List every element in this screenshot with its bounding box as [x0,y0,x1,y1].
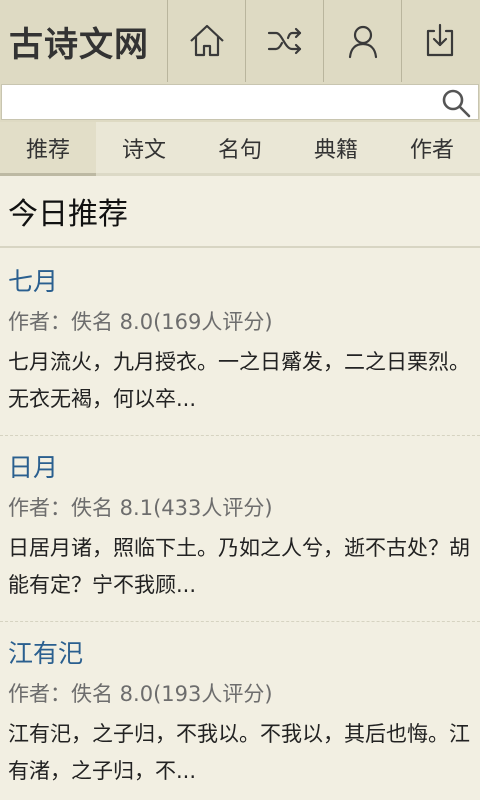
section-title: 今日推荐 [0,176,480,248]
home-icon [189,24,224,57]
list-item[interactable]: 江有汜 作者：佚名 8.0(193人评分) 江有汜，之子归，不我以。不我以，其后… [0,622,480,800]
poem-meta: 作者：佚名 8.0(169人评分) [8,310,273,334]
tab-classics[interactable]: 典籍 [288,122,384,173]
user-button[interactable] [324,0,402,82]
tab-famous-lines[interactable]: 名句 [192,122,288,173]
tab-poems[interactable]: 诗文 [96,122,192,173]
poem-list: 七月 作者：佚名 8.0(169人评分) 七月流火，九月授衣。一之日觱发，二之日… [0,250,480,800]
search-input[interactable] [2,85,432,119]
tab-recommend[interactable]: 推荐 [0,122,96,176]
app-logo-title[interactable]: 古诗文网 [0,0,168,82]
search-box [1,84,479,120]
poem-meta: 作者：佚名 8.1(433人评分) [8,496,273,520]
poem-excerpt: 江有汜，之子归，不我以。不我以，其后也悔。江有渚，之子归，不... [8,722,470,783]
poem-title[interactable]: 江有汜 [8,634,472,674]
poem-title[interactable]: 七月 [8,262,472,302]
home-button[interactable] [168,0,246,82]
category-tabs: 推荐 诗文 名句 典籍 作者 [0,122,480,176]
user-icon [348,25,377,59]
poem-excerpt: 七月流火，九月授衣。一之日觱发，二之日栗烈。无衣无褐，何以卒... [8,350,470,411]
list-item[interactable]: 日月 作者：佚名 8.1(433人评分) 日居月诸，照临下土。乃如之人兮，逝不古… [0,436,480,622]
search-bar [0,82,480,122]
poem-meta: 作者：佚名 8.0(193人评分) [8,682,273,706]
list-item[interactable]: 七月 作者：佚名 8.0(169人评分) 七月流火，九月授衣。一之日觱发，二之日… [0,250,480,436]
shuffle-button[interactable] [246,0,324,82]
poem-title[interactable]: 日月 [8,448,472,488]
search-icon[interactable] [440,87,472,119]
poem-excerpt: 日居月诸，照临下土。乃如之人兮，逝不古处？胡能有定？宁不我顾... [8,536,470,597]
download-button[interactable] [402,0,478,82]
top-bar: 古诗文网 [0,0,480,82]
download-icon [426,23,454,57]
tab-authors[interactable]: 作者 [384,122,480,173]
shuffle-icon [267,27,301,55]
